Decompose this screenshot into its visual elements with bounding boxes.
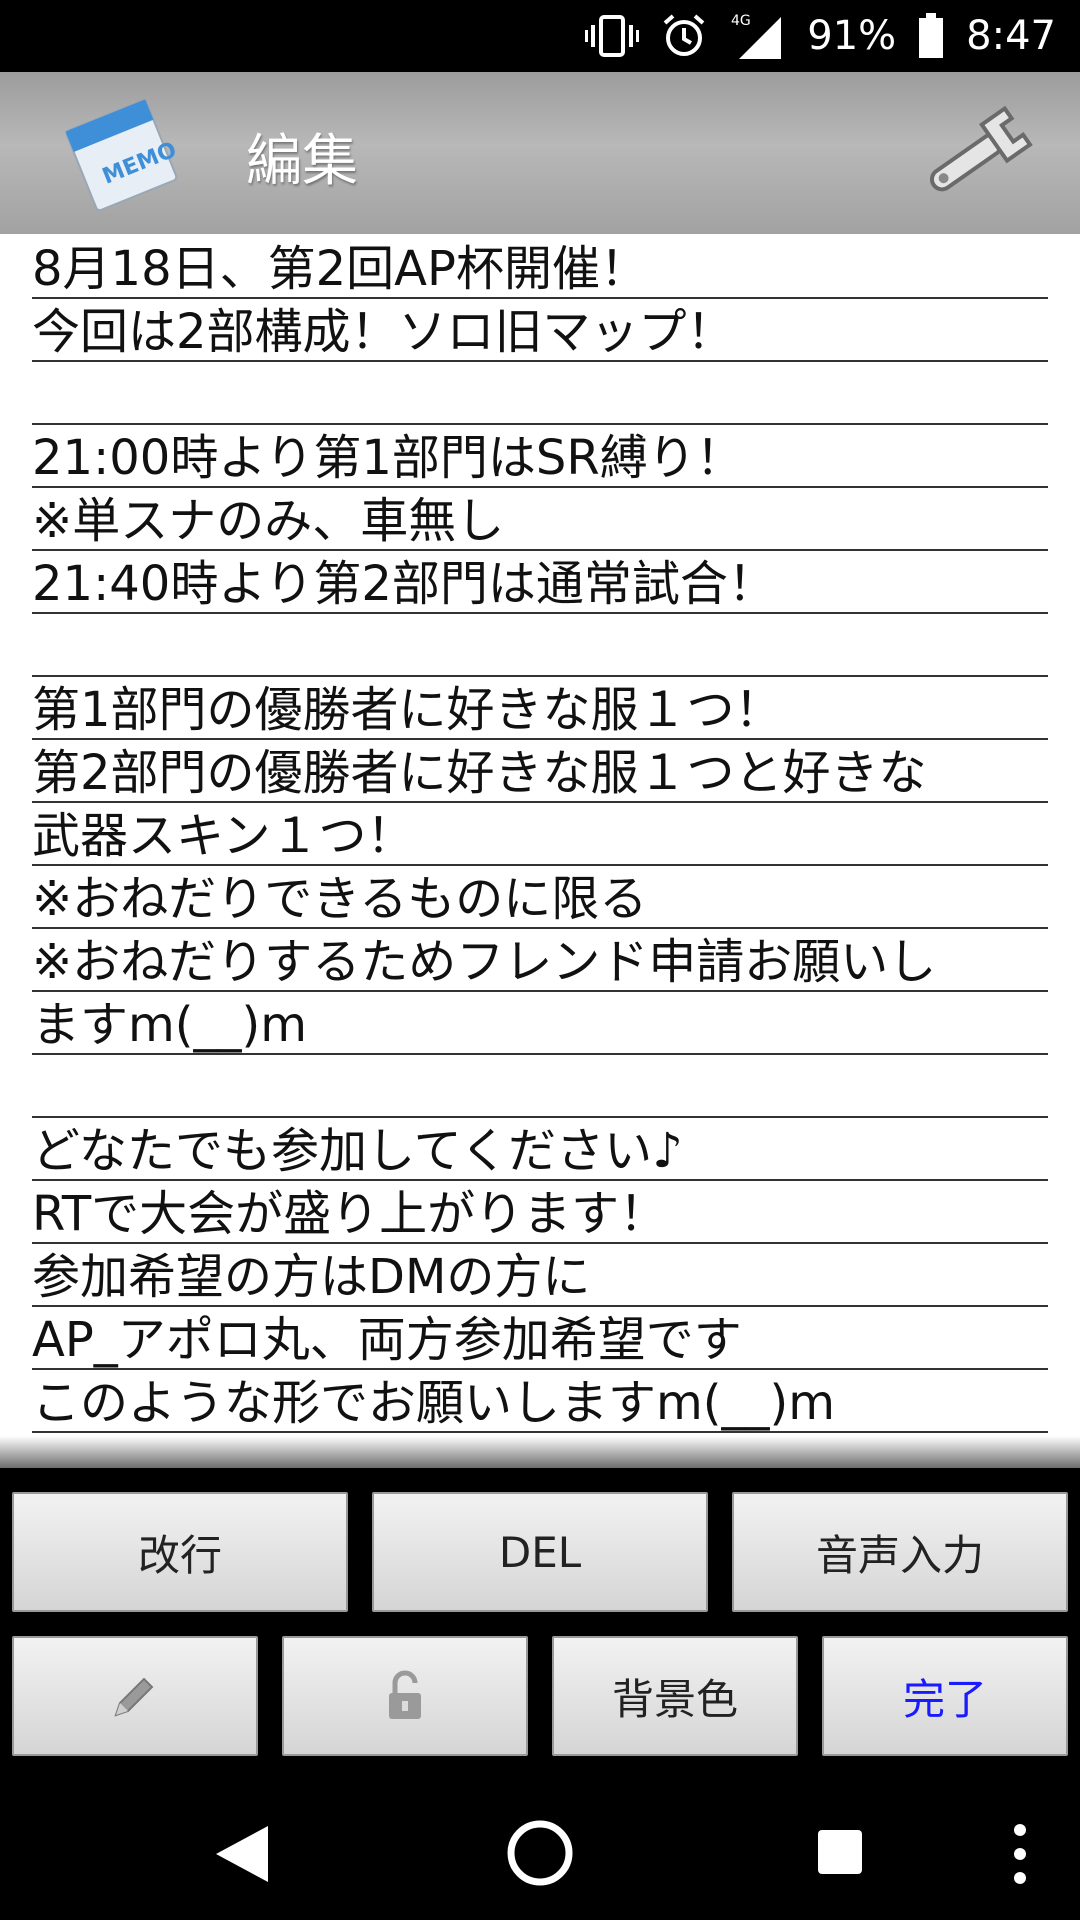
edit-button[interactable] [12, 1636, 258, 1756]
unlock-icon [389, 1670, 421, 1719]
alarm-icon [663, 14, 705, 56]
memo-line: どなたでも参加してください♪ [32, 1116, 1048, 1181]
memo-line: 第1部門の優勝者に好きな服１つ！ [32, 675, 1048, 740]
memo-line: 第2部門の優勝者に好きな服１つと好きな [32, 738, 1048, 803]
done-button[interactable]: 完了 [822, 1636, 1068, 1756]
battery-icon [919, 13, 944, 58]
memo-line: 8月18日、第2回AP杯開催！ [32, 234, 1048, 299]
lock-button[interactable] [282, 1636, 528, 1756]
status-bar: 4G 91% 8:47 [0, 0, 1080, 72]
battery-percent: 91% [807, 13, 897, 59]
memo-line: 今回は2部構成！ソロ旧マップ！ [32, 297, 1048, 362]
memo-line: このような形でお願いしますm(__)m [32, 1368, 1048, 1433]
memo-line [32, 360, 1048, 425]
memo-line: ※単スナのみ、車無し [32, 486, 1048, 551]
memo-pad-icon: MEMO [65, 99, 180, 212]
newline-button[interactable]: 改行 [12, 1492, 348, 1612]
app-bar: MEMO 編集 [0, 72, 1080, 234]
page-title: 編集 [246, 129, 358, 194]
memo-line: 21:40時より第2部門は通常試合！ [32, 549, 1048, 614]
memo-line: ※おねだりするためフレンド申請お願いし [32, 927, 1048, 992]
wrench-icon[interactable] [910, 90, 1040, 220]
del-button[interactable]: DEL [372, 1492, 708, 1612]
memo-line: 21:00時より第1部門はSR縛り！ [32, 423, 1048, 488]
memo-line: 武器スキン１つ！ [32, 801, 1048, 866]
status-icons: 4G 91% 8:47 [585, 0, 1056, 72]
pencil-icon [114, 1677, 154, 1717]
button-panel: 改行 DEL 音声入力 背景色 完了 [0, 1468, 1080, 1780]
home-icon[interactable] [505, 1818, 575, 1888]
memo-line [32, 1053, 1048, 1118]
vibrate-icon [585, 15, 640, 57]
signal-icon: 4G [731, 13, 782, 59]
memo-line: ※おねだりできるものに限る [32, 864, 1048, 929]
memo-line: 参加希望の方はDMの方に [32, 1242, 1048, 1307]
navigation-bar [0, 1780, 1080, 1920]
more-options-icon[interactable] [1010, 1822, 1030, 1886]
recent-apps-icon[interactable] [816, 1828, 864, 1876]
back-icon[interactable] [212, 1822, 272, 1886]
memo-line: AP_アポロ丸、両方参加希望です [32, 1305, 1048, 1370]
voice-input-button[interactable]: 音声入力 [732, 1492, 1068, 1612]
clock: 8:47 [966, 13, 1056, 59]
memo-line: RTで大会が盛り上がります！ [32, 1179, 1048, 1244]
memo-line [32, 612, 1048, 677]
network-type: 4G [731, 13, 751, 29]
background-color-button[interactable]: 背景色 [552, 1636, 798, 1756]
memo-line: ますm(__)m [32, 990, 1048, 1055]
memo-editor[interactable]: 8月18日、第2回AP杯開催！ 今回は2部構成！ソロ旧マップ！ 21:00時より… [0, 234, 1080, 1456]
